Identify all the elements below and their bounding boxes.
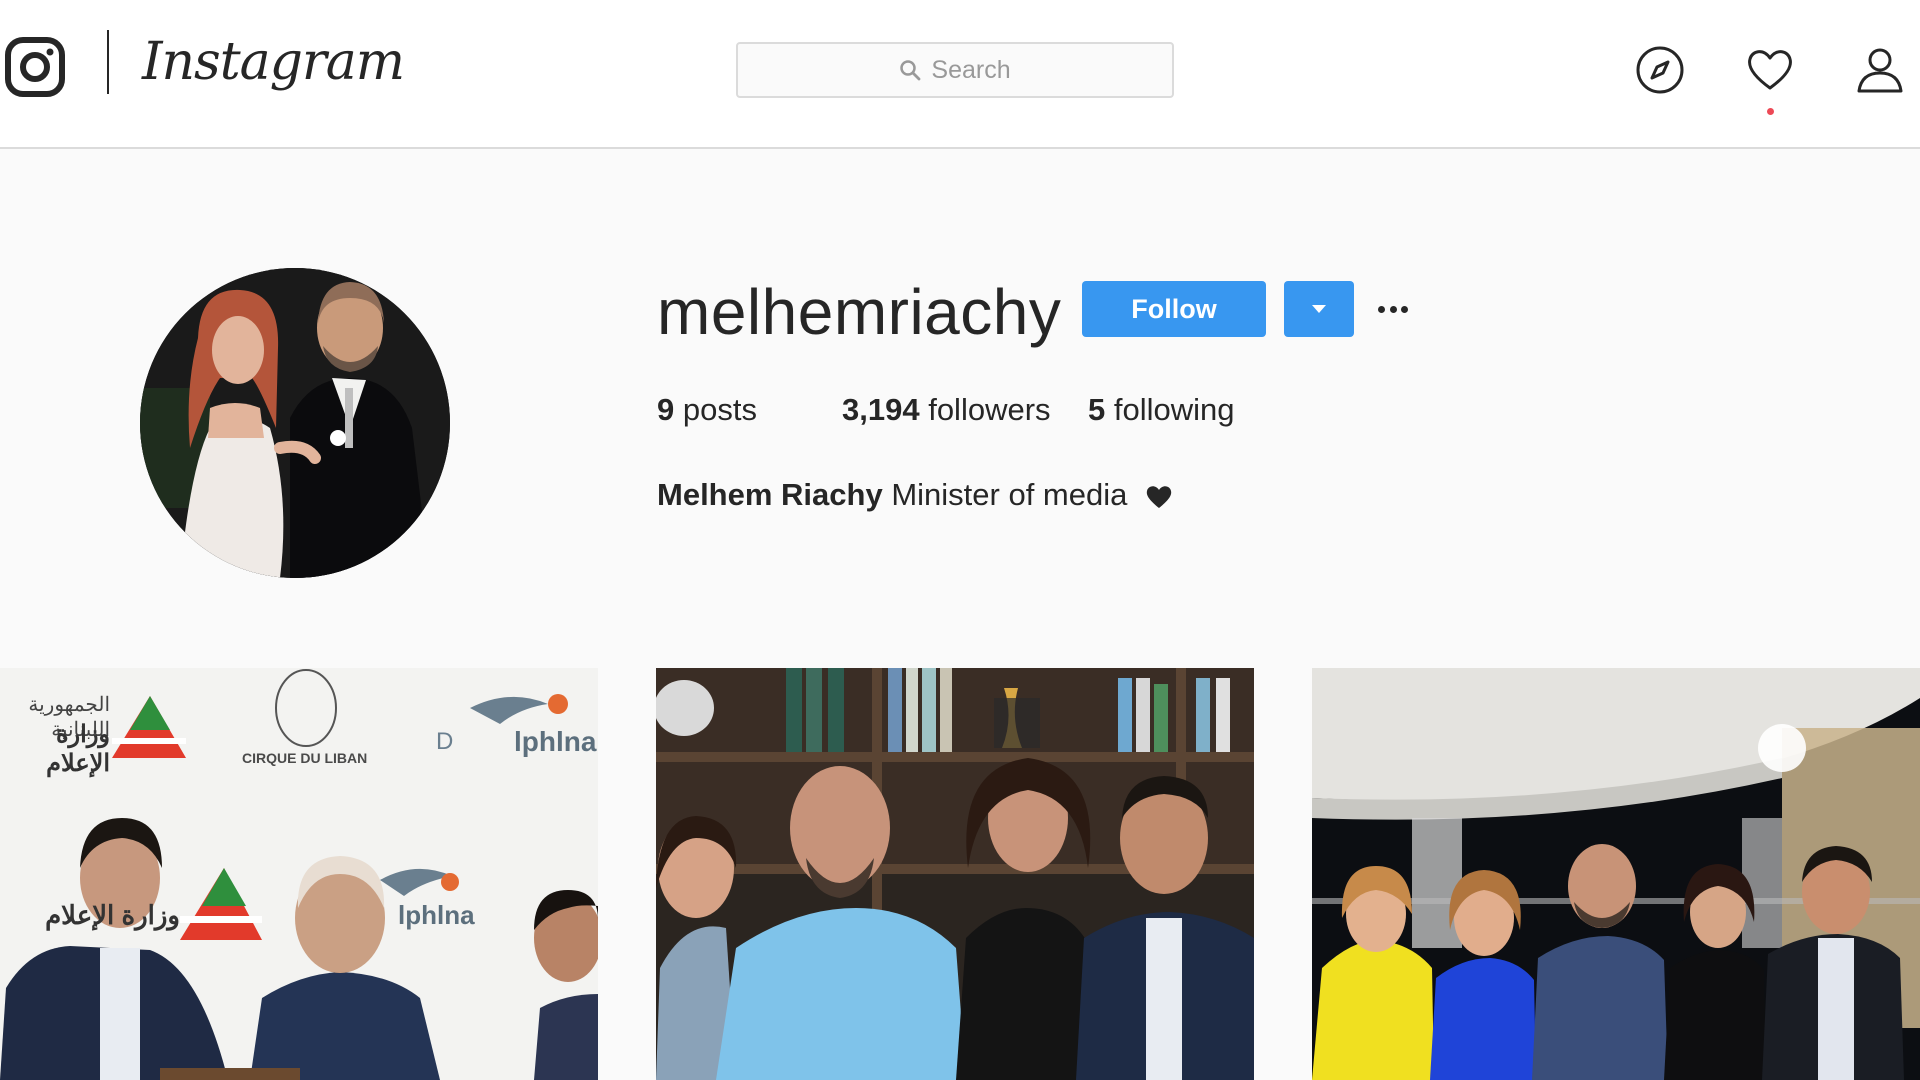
- bio-text: Minister of media: [891, 477, 1128, 512]
- notification-dot: [1767, 108, 1774, 115]
- sign-text-cirque: CIRQUE DU LIBAN: [242, 750, 368, 766]
- profile-full-name: Melhem Riachy: [657, 477, 883, 512]
- profile-stats: 9 posts 3,194 followers 5 following: [657, 388, 1235, 432]
- avatar-photo: [140, 268, 450, 578]
- followers-stat[interactable]: 3,194 followers: [842, 388, 1088, 432]
- sign-text-arabic: وزارة الإعلام: [46, 721, 110, 777]
- follow-button[interactable]: Follow: [1082, 281, 1266, 337]
- profile-bio: Melhem Riachy Minister of media: [657, 472, 1172, 518]
- search-placeholder: Search: [931, 55, 1011, 84]
- post-thumbnail[interactable]: الجمهورية اللبنانية وزارة الإعلام CIRQUE…: [0, 668, 598, 1080]
- profile-avatar[interactable]: [140, 268, 450, 578]
- posts-stat: 9 posts: [657, 392, 757, 427]
- heart-icon[interactable]: [1744, 44, 1796, 96]
- post-photo: [656, 668, 1254, 1080]
- search-icon: [900, 60, 921, 81]
- more-options-icon[interactable]: [1378, 296, 1408, 322]
- black-heart-icon: [1146, 486, 1172, 508]
- following-stat[interactable]: 5 following: [1088, 388, 1235, 432]
- sign-text-dolphina: lphlna: [514, 726, 597, 757]
- instagram-glyph-icon[interactable]: [4, 36, 66, 98]
- profile-icon[interactable]: [1854, 44, 1906, 96]
- sign-text-dolphina-d: D: [436, 728, 454, 755]
- brand-divider: [107, 30, 109, 94]
- suggestions-dropdown-button[interactable]: [1284, 281, 1354, 337]
- post-photo: [1312, 668, 1920, 1080]
- sign-text-dolphina: lphlna: [398, 900, 475, 930]
- caret-down-icon: [1312, 305, 1326, 313]
- compass-icon[interactable]: [1634, 44, 1686, 96]
- post-thumbnail[interactable]: [656, 668, 1254, 1080]
- sign-text-arabic: وزارة الإعلام: [45, 900, 180, 930]
- post-thumbnail[interactable]: [1312, 668, 1920, 1080]
- top-navigation-bar: Instagram Search: [0, 0, 1920, 149]
- profile-username: melhemriachy: [657, 276, 1062, 348]
- instagram-wordmark-logo[interactable]: Instagram: [142, 26, 405, 98]
- search-input[interactable]: Search: [736, 42, 1174, 98]
